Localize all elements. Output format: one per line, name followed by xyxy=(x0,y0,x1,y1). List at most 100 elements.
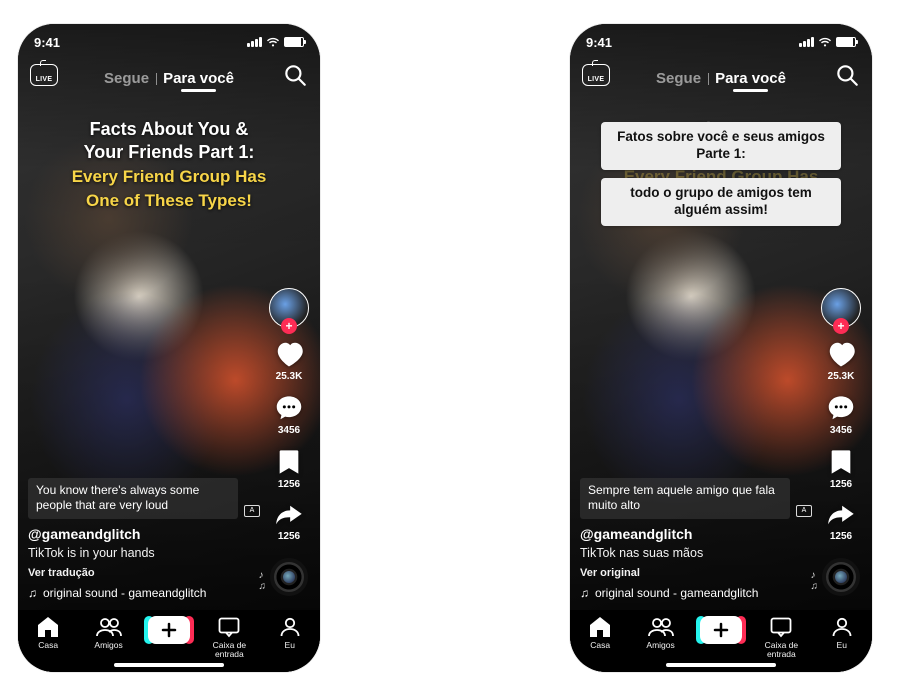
music-note-icon: ♫ xyxy=(580,586,589,600)
creator-handle[interactable]: @gameandglitch xyxy=(580,526,814,542)
subtitle-text: Sempre tem aquele amigo que fala muito a… xyxy=(588,483,775,513)
creator-avatar[interactable]: + xyxy=(269,288,309,328)
subtitle-box[interactable]: Sempre tem aquele amigo que fala muito a… xyxy=(580,478,790,519)
video-description[interactable]: TikTok is in your hands xyxy=(28,546,262,560)
search-button[interactable] xyxy=(834,62,860,88)
translated-chip-2: todo o grupo de amigos tem alguém assim! xyxy=(601,178,841,226)
follow-plus-icon[interactable]: + xyxy=(281,318,297,334)
bookmark-count: 1256 xyxy=(278,479,300,490)
title-sub-2: One of These Types! xyxy=(36,190,302,212)
share-icon xyxy=(274,502,304,528)
share-count: 1256 xyxy=(830,531,852,542)
search-button[interactable] xyxy=(282,62,308,88)
comment-button[interactable]: 3456 xyxy=(274,394,304,436)
status-indicators xyxy=(247,37,304,47)
profile-icon xyxy=(831,616,853,638)
live-label: LIVE xyxy=(36,76,53,83)
tab-home[interactable]: Casa xyxy=(20,616,76,650)
tab-me[interactable]: Eu xyxy=(262,616,318,650)
bottom-tab-bar: Casa Amigos Caixa de entrada Eu xyxy=(570,610,872,672)
tab-inbox[interactable]: Caixa de entrada xyxy=(201,616,257,658)
bookmark-icon xyxy=(276,448,302,476)
tab-inbox-label: Caixa de entrada xyxy=(201,641,257,658)
signal-icon xyxy=(799,37,814,47)
tab-friends-label: Amigos xyxy=(94,641,122,650)
follow-plus-icon[interactable]: + xyxy=(833,318,849,334)
tab-me-label: Eu xyxy=(837,641,847,650)
title-sub-1: Every Friend Group Has xyxy=(36,166,302,188)
live-button[interactable]: LIVE xyxy=(582,64,610,86)
top-nav: LIVE Segue Para você xyxy=(570,58,872,98)
heart-icon xyxy=(274,340,304,368)
signal-icon xyxy=(247,37,262,47)
tab-for-you[interactable]: Para você xyxy=(715,70,786,87)
captions-indicator-icon: A xyxy=(796,505,812,517)
plus-icon xyxy=(713,622,729,638)
video-description[interactable]: TikTok nas suas mãos xyxy=(580,546,814,560)
bookmark-count: 1256 xyxy=(830,479,852,490)
search-icon xyxy=(834,62,860,88)
caption-block: You know there's always some people that… xyxy=(28,478,262,600)
share-button[interactable]: 1256 xyxy=(274,502,304,542)
heart-icon xyxy=(826,340,856,368)
create-button[interactable] xyxy=(700,616,742,644)
share-count: 1256 xyxy=(278,531,300,542)
friends-icon xyxy=(648,616,674,638)
phone-right: 9:41 LIVE Segue Para você Facts About Yo… xyxy=(570,24,872,672)
tab-create[interactable] xyxy=(141,616,197,644)
sound-disc[interactable] xyxy=(822,558,860,596)
tab-inbox-label: Caixa de entrada xyxy=(753,641,809,658)
comment-icon xyxy=(274,394,304,422)
music-note-icon: ♫ xyxy=(28,586,37,600)
creator-avatar[interactable]: + xyxy=(821,288,861,328)
create-button[interactable] xyxy=(148,616,190,644)
tab-me[interactable]: Eu xyxy=(814,616,870,650)
tab-me-label: Eu xyxy=(285,641,295,650)
tab-friends[interactable]: Amigos xyxy=(633,616,689,650)
action-rail: + 25.3K 3456 1256 1256 ♪ ♫ xyxy=(266,288,312,596)
captions-indicator-icon: A xyxy=(244,505,260,517)
share-icon xyxy=(826,502,856,528)
tab-following[interactable]: Segue xyxy=(656,70,701,87)
inbox-icon xyxy=(217,616,241,638)
tab-inbox[interactable]: Caixa de entrada xyxy=(753,616,809,658)
live-label: LIVE xyxy=(588,76,605,83)
status-time: 9:41 xyxy=(586,35,612,50)
comment-icon xyxy=(826,394,856,422)
live-button[interactable]: LIVE xyxy=(30,64,58,86)
status-bar: 9:41 xyxy=(18,24,320,54)
like-count: 25.3K xyxy=(828,371,855,382)
wifi-icon xyxy=(818,37,832,47)
bookmark-button[interactable]: 1256 xyxy=(276,448,302,490)
see-translation-link[interactable]: Ver tradução xyxy=(28,567,262,579)
tab-create[interactable] xyxy=(693,616,749,644)
subtitle-box[interactable]: You know there's always some people that… xyxy=(28,478,238,519)
home-indicator xyxy=(114,663,224,667)
sound-disc[interactable] xyxy=(270,558,308,596)
bookmark-icon xyxy=(828,448,854,476)
bottom-tab-bar: Casa Amigos Caixa de entrada Eu xyxy=(18,610,320,672)
battery-icon xyxy=(284,37,304,47)
creator-handle[interactable]: @gameandglitch xyxy=(28,526,262,542)
tab-for-you[interactable]: Para você xyxy=(163,70,234,87)
share-button[interactable]: 1256 xyxy=(826,502,856,542)
music-row[interactable]: ♫ original sound - gameandglitch xyxy=(580,586,814,600)
see-original-link[interactable]: Ver original xyxy=(580,567,814,579)
tab-following[interactable]: Segue xyxy=(104,70,149,87)
title-line-2: Your Friends Part 1: xyxy=(36,141,302,164)
tab-friends[interactable]: Amigos xyxy=(81,616,137,650)
comment-count: 3456 xyxy=(830,425,852,436)
battery-icon xyxy=(836,37,856,47)
status-time: 9:41 xyxy=(34,35,60,50)
search-icon xyxy=(282,62,308,88)
tab-friends-label: Amigos xyxy=(646,641,674,650)
like-button[interactable]: 25.3K xyxy=(274,340,304,382)
video-title-overlay: Facts About You & Your Friends Part 1: E… xyxy=(18,118,320,212)
comment-button[interactable]: 3456 xyxy=(826,394,856,436)
music-row[interactable]: ♫ original sound - gameandglitch xyxy=(28,586,262,600)
top-nav: LIVE Segue Para você xyxy=(18,58,320,98)
bookmark-button[interactable]: 1256 xyxy=(828,448,854,490)
home-icon xyxy=(36,616,60,638)
like-button[interactable]: 25.3K xyxy=(826,340,856,382)
tab-home[interactable]: Casa xyxy=(572,616,628,650)
